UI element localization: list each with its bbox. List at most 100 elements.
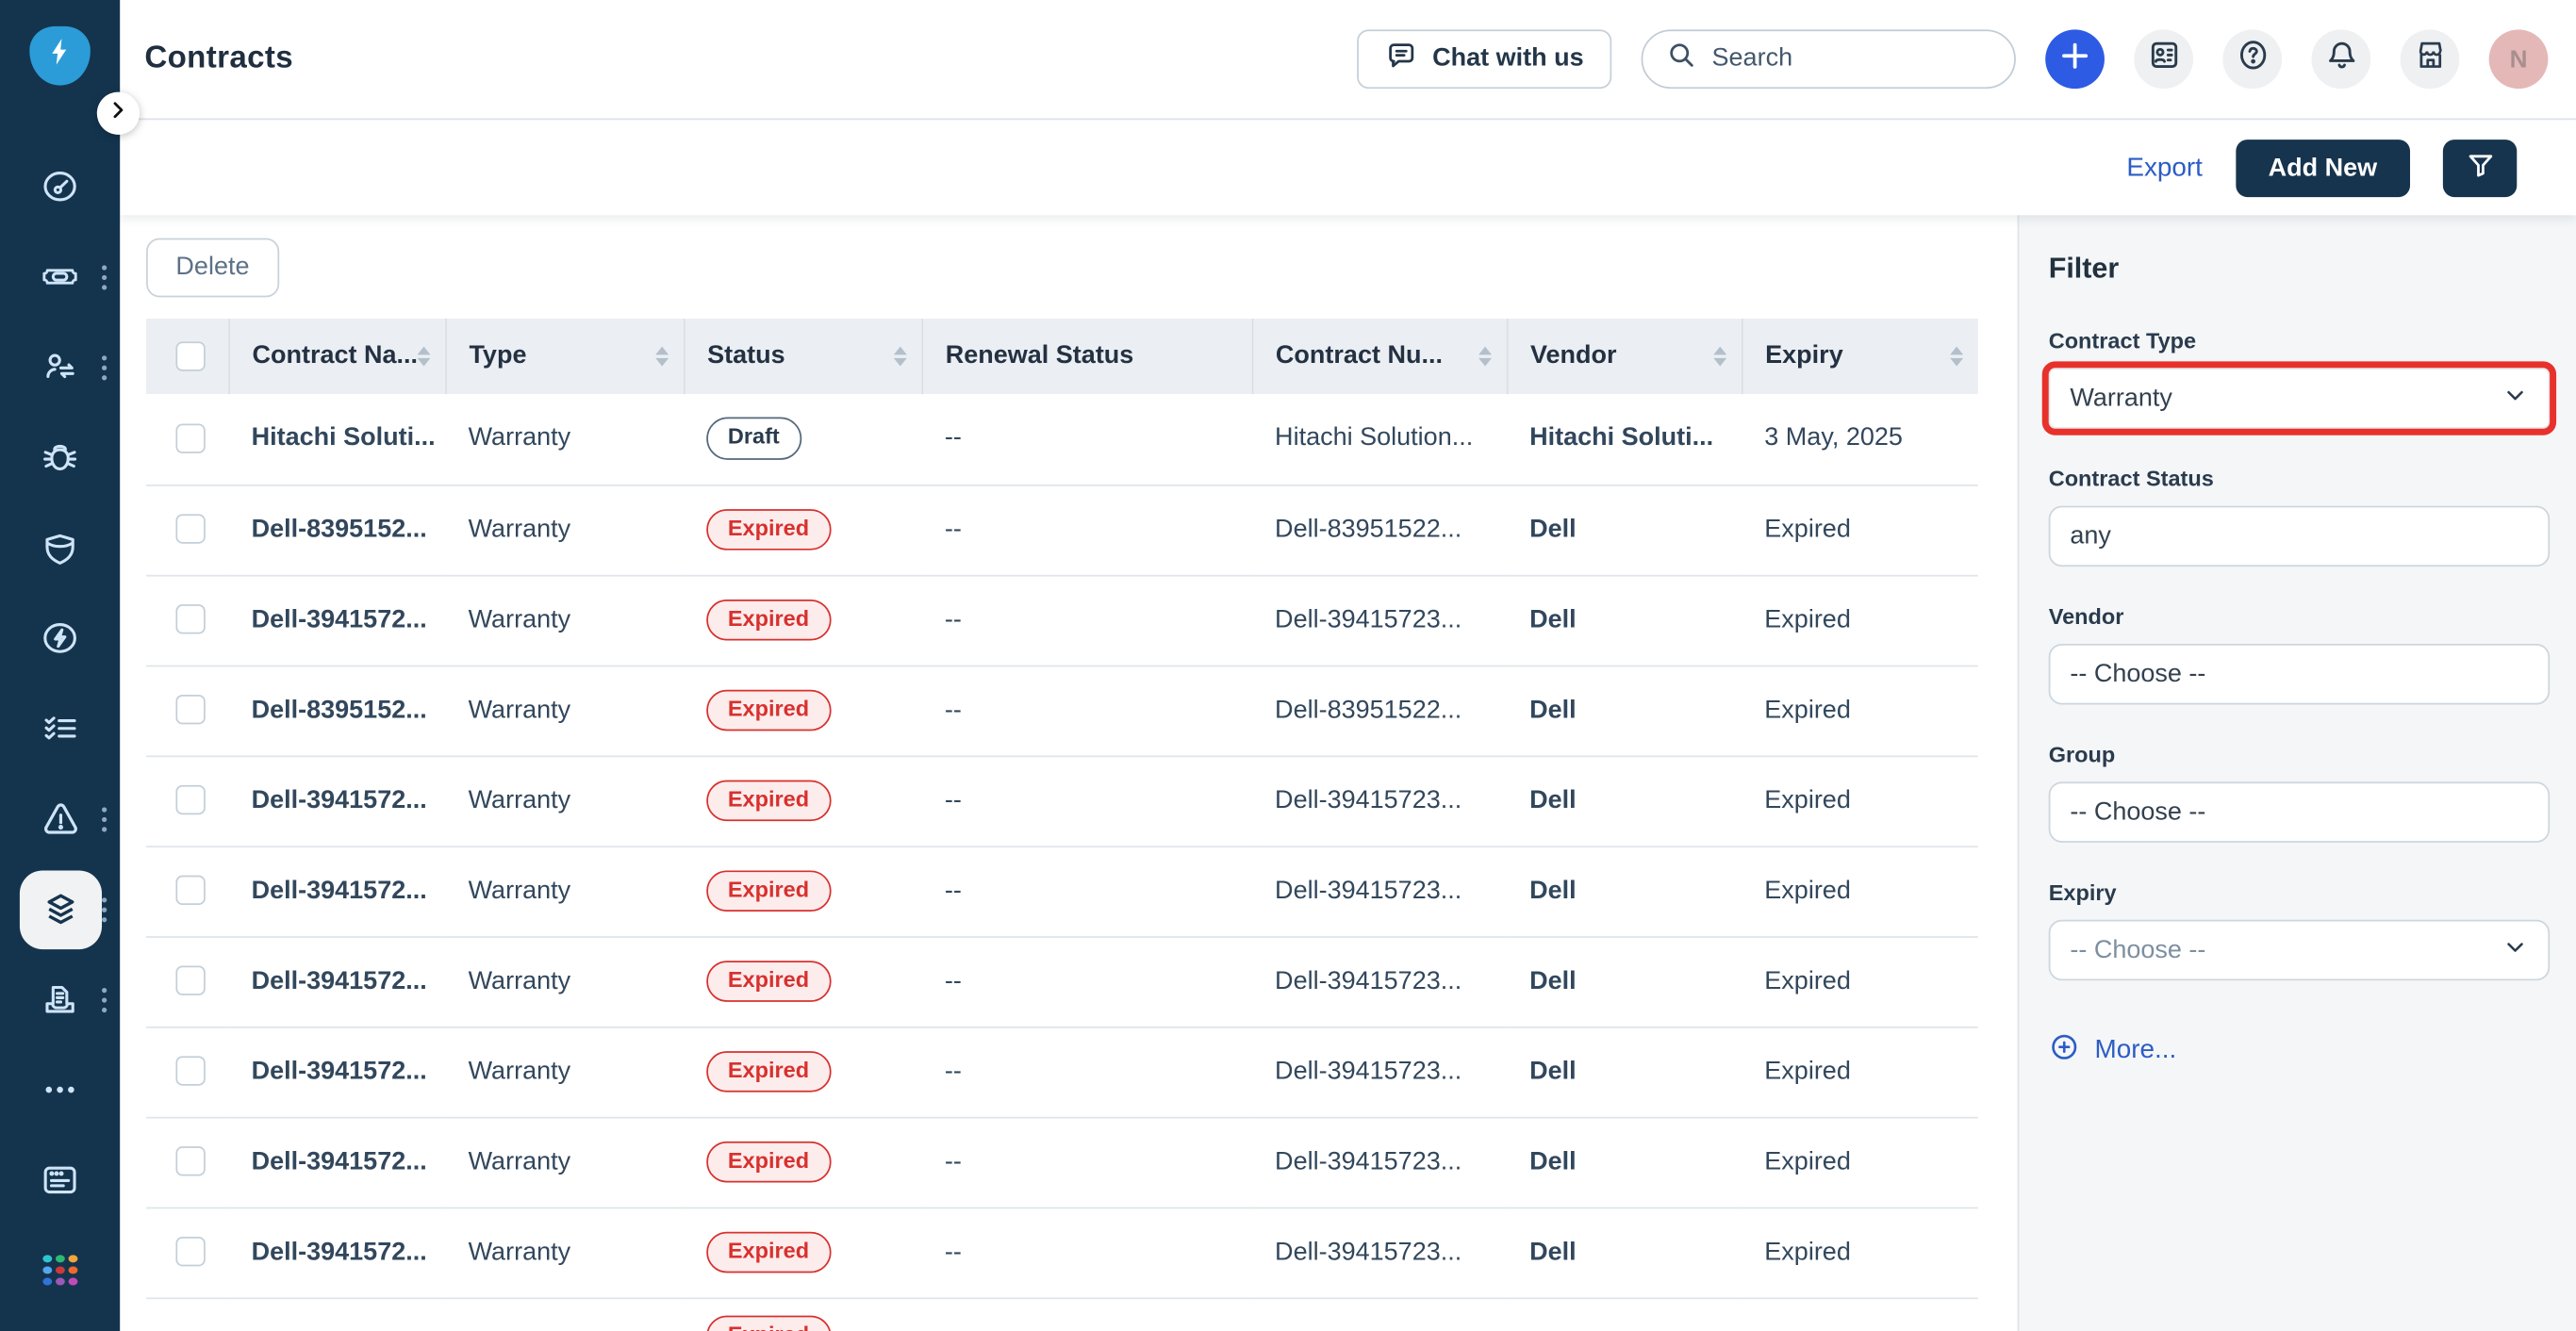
bug-icon: [39, 436, 81, 479]
app-logo[interactable]: [29, 26, 90, 86]
sidebar-item-gauge[interactable]: [0, 141, 120, 232]
table-row[interactable]: Dell-8395152...WarrantyExpired--Dell-839…: [146, 666, 1978, 756]
sidebar-item-ticket[interactable]: [0, 232, 120, 322]
table-row[interactable]: Dell-3941572...WarrantyExpired--Dell-394…: [146, 846, 1978, 936]
sidebar-item-shield[interactable]: [0, 502, 120, 593]
export-link[interactable]: Export: [2126, 154, 2203, 183]
contract-name-link[interactable]: Dell-3941572...: [228, 575, 445, 666]
select-all-checkbox[interactable]: [175, 341, 205, 370]
contract-name-link[interactable]: Dell-3941572...: [228, 846, 445, 936]
expiry-select[interactable]: -- Choose --: [2049, 920, 2550, 980]
contract-type-select[interactable]: Warranty: [2049, 368, 2550, 428]
table-row[interactable]: Dell-3941572...WarrantyExpired--Dell-394…: [146, 1027, 1978, 1117]
column-header-vendor[interactable]: Vendor: [1507, 319, 1742, 394]
marketplace-button[interactable]: [2401, 29, 2460, 89]
column-header-contract-nu[interactable]: Contract Nu...: [1252, 319, 1507, 394]
kebab-menu-icon[interactable]: [95, 258, 113, 296]
sort-arrows-icon[interactable]: [1478, 347, 1491, 367]
contract-name-link[interactable]: Dell-8395152...: [228, 485, 445, 575]
gauge-icon: [39, 165, 81, 207]
contracts-list-area: Delete Contract Na...TypeStatusRenewal S…: [120, 215, 2017, 1331]
sort-arrows-icon[interactable]: [1950, 347, 1963, 367]
column-header-type[interactable]: Type: [445, 319, 684, 394]
chevron-down-icon: [2502, 381, 2529, 416]
table-row[interactable]: Dell-3941572...WarrantyExpired--Dell-394…: [146, 1208, 1978, 1298]
row-checkbox[interactable]: [175, 1238, 205, 1267]
table-row-partial[interactable]: Expired: [146, 1297, 1978, 1331]
status-badge: Expired: [706, 1231, 831, 1273]
sidebar-expand-button[interactable]: [97, 92, 140, 135]
table-row[interactable]: Dell-3941572...WarrantyExpired--Dell-394…: [146, 575, 1978, 666]
chat-with-us-button[interactable]: Chat with us: [1357, 29, 1611, 89]
funnel-icon: [2464, 150, 2497, 188]
contract-name-link[interactable]: Dell-3941572...: [228, 1117, 445, 1208]
sort-arrows-icon[interactable]: [1712, 347, 1726, 367]
chevron-down-icon: [2502, 933, 2529, 968]
row-checkbox[interactable]: [175, 515, 205, 544]
column-header-renewal-status[interactable]: Renewal Status: [921, 319, 1251, 394]
sidebar-item-checklist[interactable]: [0, 683, 120, 774]
row-checkbox[interactable]: [175, 786, 205, 815]
row-checkbox[interactable]: [175, 876, 205, 905]
sidebar-item-bug[interactable]: [0, 412, 120, 502]
row-checkbox[interactable]: [175, 1147, 205, 1176]
sidebar-item-layers[interactable]: [0, 863, 120, 954]
contract-name-link[interactable]: Dell-8395152...: [228, 666, 445, 756]
row-checkbox[interactable]: [175, 605, 205, 634]
sidebar-item-ellipsis[interactable]: [0, 1044, 120, 1135]
plus-icon: [2058, 39, 2091, 80]
filter-toggle-button[interactable]: [2443, 140, 2517, 197]
checklist-icon: [39, 707, 81, 749]
sidebar-item-bolt-circle[interactable]: [0, 593, 120, 683]
sidebar-item-app-grid[interactable]: [0, 1225, 120, 1316]
search-input[interactable]: [1712, 44, 1958, 74]
kebab-menu-icon[interactable]: [95, 890, 113, 928]
row-checkbox[interactable]: [175, 424, 205, 453]
kebab-menu-icon[interactable]: [95, 348, 113, 386]
column-header-status[interactable]: Status: [684, 319, 922, 394]
status-badge: Expired: [706, 780, 831, 822]
user-avatar[interactable]: N: [2489, 29, 2549, 89]
more-filters-link[interactable]: More...: [2049, 1031, 2549, 1071]
sidebar-item-terminal-card[interactable]: [0, 1135, 120, 1225]
notifications-button[interactable]: [2311, 29, 2370, 89]
table-row[interactable]: Hitachi Soluti...WarrantyDraft--Hitachi …: [146, 394, 1978, 485]
app-grid-icon: [39, 1249, 81, 1291]
row-checkbox[interactable]: [175, 966, 205, 995]
layers-icon: [39, 888, 81, 930]
sort-arrows-icon[interactable]: [417, 347, 430, 367]
sidebar-item-doc-tray[interactable]: [0, 954, 120, 1044]
column-header-contract-na[interactable]: Contract Na...: [228, 319, 445, 394]
quick-create-button[interactable]: [2045, 29, 2105, 89]
contract-name-link[interactable]: Dell-3941572...: [228, 936, 445, 1027]
kebab-menu-icon[interactable]: [95, 800, 113, 838]
ellipsis-icon: [39, 1068, 81, 1110]
circle-plus-icon: [2049, 1031, 2080, 1071]
sort-arrows-icon[interactable]: [893, 347, 906, 367]
table-row[interactable]: Dell-3941572...WarrantyExpired--Dell-394…: [146, 1117, 1978, 1208]
table-row[interactable]: Dell-3941572...WarrantyExpired--Dell-394…: [146, 936, 1978, 1027]
contract-name-link[interactable]: Dell-3941572...: [228, 1027, 445, 1117]
sidebar-item-warning[interactable]: [0, 774, 120, 864]
help-button[interactable]: [2222, 29, 2282, 89]
warning-icon: [39, 797, 81, 840]
contract-type-select-label: Contract Type: [2049, 328, 2549, 353]
column-header-expiry[interactable]: Expiry: [1742, 319, 1978, 394]
sidebar-item-people-swap[interactable]: [0, 321, 120, 412]
kebab-menu-icon[interactable]: [95, 980, 113, 1018]
contacts-button[interactable]: [2134, 29, 2193, 89]
table-row[interactable]: Dell-8395152...WarrantyExpired--Dell-839…: [146, 485, 1978, 575]
contract-status-select[interactable]: any: [2049, 506, 2550, 567]
delete-button[interactable]: Delete: [146, 238, 279, 298]
sort-arrows-icon[interactable]: [654, 347, 668, 367]
vendor-select-label: Vendor: [2049, 604, 2549, 629]
row-checkbox[interactable]: [175, 696, 205, 725]
contract-name-link[interactable]: Hitachi Soluti...: [228, 394, 445, 485]
row-checkbox[interactable]: [175, 1057, 205, 1086]
vendor-select[interactable]: -- Choose --: [2049, 644, 2550, 704]
table-row[interactable]: Dell-3941572...WarrantyExpired--Dell-394…: [146, 755, 1978, 846]
group-select[interactable]: -- Choose --: [2049, 781, 2550, 842]
add-new-button[interactable]: Add New: [2236, 140, 2410, 197]
contract-name-link[interactable]: Dell-3941572...: [228, 755, 445, 846]
contract-name-link[interactable]: Dell-3941572...: [228, 1208, 445, 1298]
